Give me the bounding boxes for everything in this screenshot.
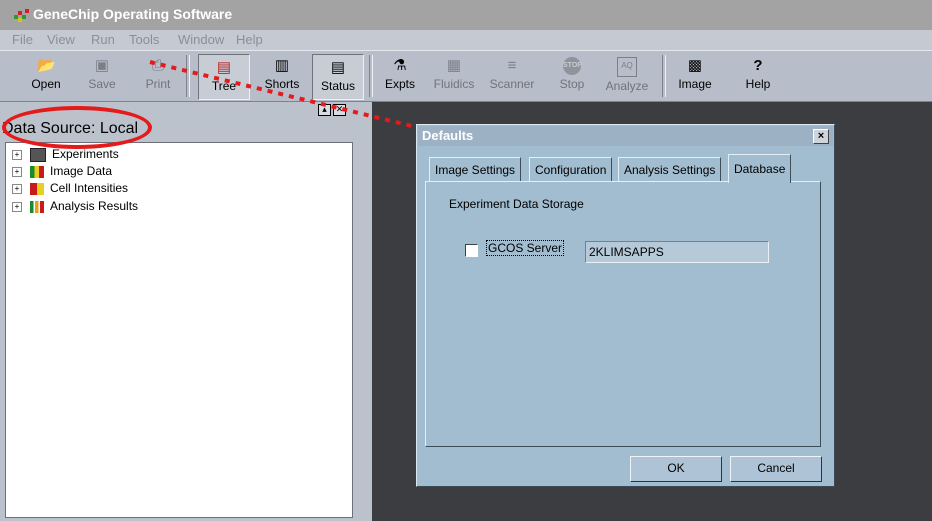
stop-sign-icon: STOP: [563, 57, 582, 75]
tree-button[interactable]: ▤ Tree: [198, 54, 250, 100]
scanner-icon: ≡: [507, 57, 517, 74]
toolbar-separator: [186, 55, 190, 97]
fluidics-label: Fluidics: [433, 77, 475, 91]
tab-configuration[interactable]: Configuration: [529, 157, 613, 182]
experiment-data-storage-label: Experiment Data Storage: [449, 197, 584, 211]
window-title: GeneChip Operating Software: [33, 6, 233, 22]
menu-run[interactable]: Run: [91, 32, 115, 47]
close-icon[interactable]: ×: [813, 129, 829, 144]
fluidics-button[interactable]: ▦ Fluidics: [432, 53, 476, 99]
menu-tools[interactable]: Tools: [129, 32, 159, 47]
help-label: Help: [745, 77, 771, 91]
scanner-button[interactable]: ≡ Scanner: [486, 53, 538, 99]
expts-label: Expts: [384, 77, 415, 91]
save-label: Save: [88, 77, 116, 91]
toolbar-separator: [662, 55, 666, 97]
status-button[interactable]: ▤ Status: [312, 54, 364, 100]
print-button[interactable]: ⎙ Print: [138, 53, 178, 99]
dialog-title: Defaults: [422, 128, 474, 143]
expand-icon[interactable]: +: [12, 183, 22, 194]
tree-view-icon: ▤: [216, 59, 232, 76]
tree-node-analysis-results[interactable]: + Analysis Results: [12, 199, 138, 217]
experiment-flask-icon: ⚗: [393, 57, 407, 74]
status-label: Status: [320, 79, 356, 93]
menu-window[interactable]: Window: [178, 32, 224, 47]
gcos-server-label[interactable]: GCOS Server: [486, 240, 565, 256]
shortcuts-icon: ▥: [274, 57, 290, 74]
ok-button[interactable]: OK: [630, 456, 722, 482]
menu-help[interactable]: Help: [236, 32, 263, 47]
tree-label: Tree: [211, 79, 237, 93]
print-label: Print: [145, 77, 171, 91]
image-grid-icon: ▩: [687, 57, 703, 74]
cell-intensities-icon: [30, 182, 44, 195]
help-question-icon: ?: [753, 57, 763, 74]
tree-node-label: Analysis Results: [50, 199, 139, 213]
expts-button[interactable]: ⚗ Expts: [380, 53, 420, 99]
data-tree[interactable]: + Experiments + Image Data + Cell Intensiti…: [5, 142, 353, 518]
tree-node-label: Experiments: [52, 147, 119, 161]
expand-icon[interactable]: +: [12, 201, 22, 212]
genechip-logo-icon: [14, 9, 30, 23]
fluidics-icon: ▦: [446, 57, 462, 74]
analyze-label: Analyze: [605, 79, 649, 93]
stop-button[interactable]: STOP Stop: [552, 53, 592, 99]
shorts-label: Shorts: [264, 77, 300, 91]
expand-icon[interactable]: +: [12, 166, 22, 177]
analyze-icon: AQ: [617, 57, 637, 77]
status-window-icon: ▤: [330, 59, 346, 76]
analysis-results-icon: [30, 200, 44, 213]
expand-icon[interactable]: +: [12, 149, 22, 160]
dialog-title-bar: Defaults ×: [418, 126, 833, 146]
pane-controls: ▴ ✕: [316, 104, 352, 116]
pane-close-icon[interactable]: ✕: [333, 104, 346, 116]
shorts-button[interactable]: ▥ Shorts: [257, 53, 307, 99]
annotation-ellipse: [2, 106, 152, 149]
database-tab-panel: [425, 181, 821, 447]
title-bar: GeneChip Operating Software: [0, 0, 932, 30]
open-label: Open: [31, 77, 61, 91]
open-folder-icon: 📂: [37, 57, 56, 74]
menu-file[interactable]: File: [12, 32, 33, 47]
floppy-disk-icon: ▣: [94, 57, 110, 74]
gcos-server-field[interactable]: 2KLIMSAPPS: [585, 241, 769, 263]
tree-node-cell-intensities[interactable]: + Cell Intensities: [12, 181, 128, 199]
tree-node-label: Image Data: [50, 164, 113, 178]
open-button[interactable]: 📂 Open: [26, 53, 66, 99]
image-data-icon: [30, 165, 44, 178]
menu-bar: File View Run Tools Window Help: [0, 30, 932, 50]
help-button[interactable]: ? Help: [738, 53, 778, 99]
scanner-label: Scanner: [489, 77, 535, 91]
tab-analysis-settings[interactable]: Analysis Settings: [618, 157, 722, 182]
save-button[interactable]: ▣ Save: [82, 53, 122, 99]
image-button[interactable]: ▩ Image: [672, 53, 718, 99]
printer-icon: ⎙: [151, 57, 164, 74]
tree-node-image-data[interactable]: + Image Data: [12, 164, 112, 182]
image-label: Image: [678, 77, 712, 91]
stop-label: Stop: [559, 77, 585, 91]
menu-view[interactable]: View: [47, 32, 75, 47]
cancel-button[interactable]: Cancel: [730, 456, 822, 482]
tree-node-label: Cell Intensities: [50, 181, 129, 195]
analyze-button[interactable]: AQ Analyze: [602, 53, 652, 99]
toolbar: 📂 Open ▣ Save ⎙ Print ▤ Tree ▥ Shorts ▤ …: [0, 50, 932, 102]
gcos-server-checkbox[interactable]: [465, 244, 478, 257]
pane-pin-icon[interactable]: ▴: [318, 104, 331, 116]
experiments-icon: [30, 147, 46, 162]
tab-image-settings[interactable]: Image Settings: [429, 157, 522, 182]
toolbar-separator: [369, 55, 373, 97]
tab-database[interactable]: Database: [728, 154, 792, 183]
tree-node-experiments[interactable]: + Experiments: [12, 147, 119, 165]
